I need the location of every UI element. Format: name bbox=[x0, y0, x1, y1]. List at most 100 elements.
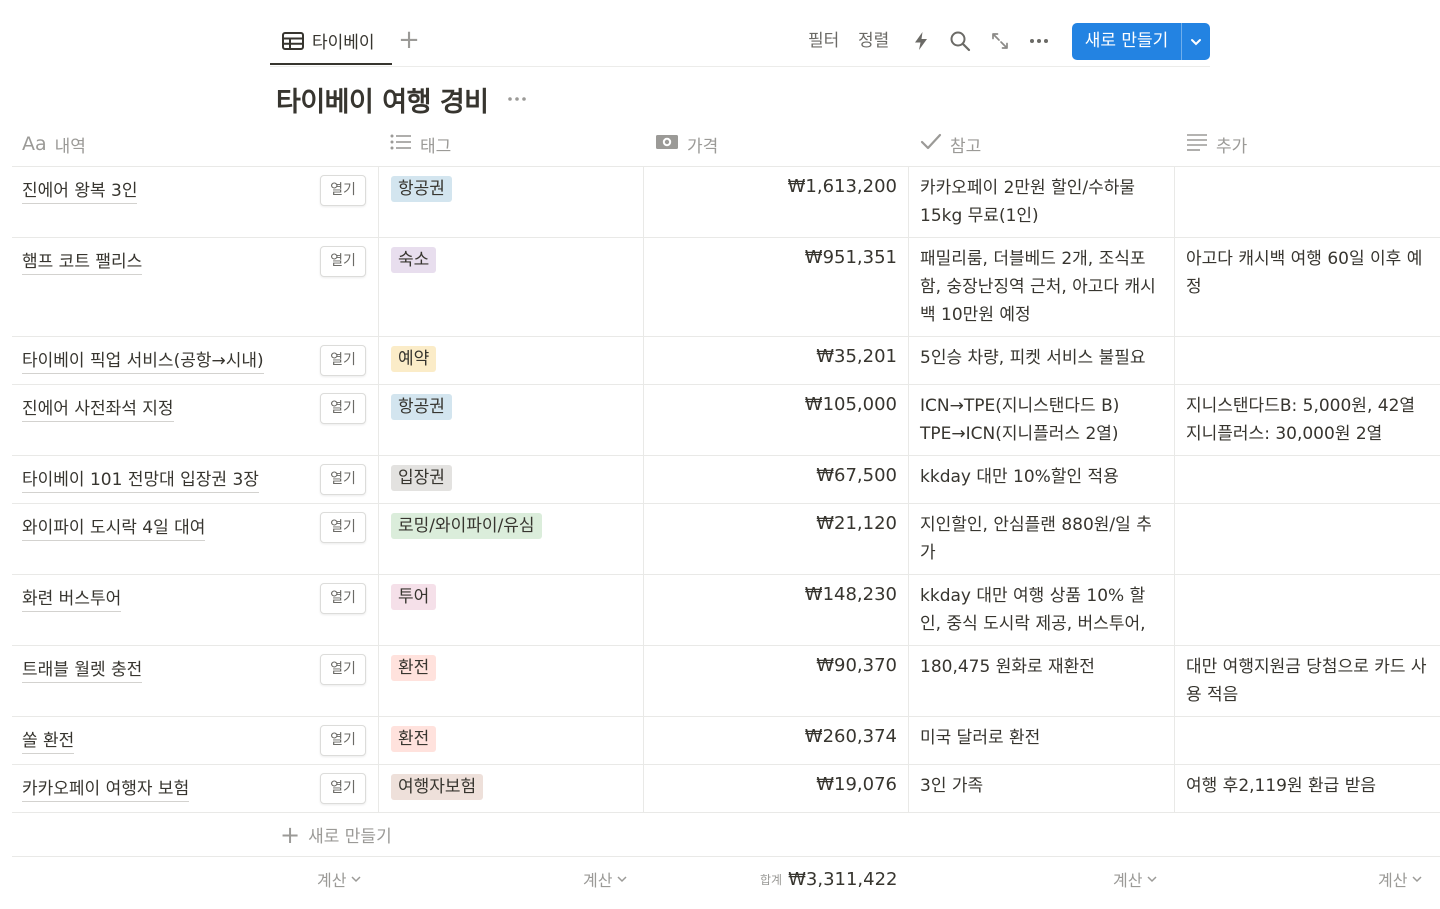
open-button[interactable]: 열기 bbox=[320, 393, 366, 424]
new-page-button[interactable]: 새로 만들기 bbox=[1072, 23, 1182, 60]
cell-price[interactable]: ₩1,613,200 bbox=[643, 167, 908, 237]
cell-tag[interactable]: 로밍/와이파이/유심 bbox=[378, 504, 643, 574]
cell-price[interactable]: ₩260,374 bbox=[643, 717, 908, 764]
page-title[interactable]: 타이베이 여행 경비 bbox=[276, 80, 489, 119]
cell-extra[interactable] bbox=[1174, 337, 1440, 384]
cell-note[interactable]: 카카오페이 2만원 할인/수하물 15kg 무료(1인) bbox=[908, 167, 1174, 237]
open-button[interactable]: 열기 bbox=[320, 654, 366, 685]
cell-note[interactable]: kkday 대만 여행 상품 10% 할인, 중식 도시락 제공, 버스투어, bbox=[908, 575, 1174, 645]
cell-tag[interactable]: 여행자보험 bbox=[378, 765, 643, 812]
open-button[interactable]: 열기 bbox=[320, 464, 366, 495]
row-title[interactable]: 타이베이 101 전망대 입장권 3장 bbox=[22, 470, 259, 493]
cell-tag[interactable]: 항공권 bbox=[378, 167, 643, 237]
cell-tag[interactable]: 환전 bbox=[378, 717, 643, 764]
open-button[interactable]: 열기 bbox=[320, 725, 366, 756]
cell-note[interactable]: 지인할인, 안심플랜 880원/일 추가 bbox=[908, 504, 1174, 574]
calc-price-sum[interactable]: 합계 ₩3,311,422 bbox=[760, 857, 898, 901]
row-title[interactable]: 카카오페이 여행자 보험 bbox=[22, 779, 190, 802]
open-button[interactable]: 열기 bbox=[320, 246, 366, 277]
cell-price[interactable]: ₩67,500 bbox=[643, 456, 908, 503]
cell-extra[interactable]: 지니스탠다드B: 5,000원, 42열 지니플러스: 30,000원 2열 bbox=[1174, 385, 1440, 455]
table-row[interactable]: 타이베이 101 전망대 입장권 3장 열기 입장권 ₩67,500 kkday 대만 … bbox=[12, 456, 1440, 504]
cell-price[interactable]: ₩951,351 bbox=[643, 238, 908, 336]
chevron-down-icon[interactable] bbox=[1182, 23, 1210, 60]
cell-name: 타이베이 픽업 서비스(공항→시내) 열기 bbox=[12, 337, 378, 384]
add-row-label: 새로 만들기 bbox=[308, 827, 392, 847]
cell-extra[interactable]: 여행 후2,119원 환급 받음 bbox=[1174, 765, 1440, 812]
table-row[interactable]: 카카오페이 여행자 보험 열기 여행자보험 ₩19,076 3인 가족 여행 후2,119… bbox=[12, 765, 1440, 813]
cell-price[interactable]: ₩148,230 bbox=[643, 575, 908, 645]
table-row[interactable]: 타이베이 픽업 서비스(공항→시내) 열기 예약 ₩35,201 5인승 차량, 피켓 … bbox=[12, 337, 1440, 385]
cell-extra[interactable] bbox=[1174, 456, 1440, 503]
tab-label: 타이베이 bbox=[312, 33, 375, 53]
column-header-tag[interactable]: 태그 bbox=[390, 122, 451, 166]
open-button[interactable]: 열기 bbox=[320, 512, 366, 543]
add-view-button[interactable]: + bbox=[398, 27, 420, 54]
cell-price[interactable]: ₩90,370 bbox=[643, 646, 908, 716]
cell-extra[interactable]: 아고다 캐시백 여행 60일 이후 예정 bbox=[1174, 238, 1440, 336]
cell-note[interactable]: 5인승 차량, 피켓 서비스 불필요 bbox=[908, 337, 1174, 384]
open-button[interactable]: 열기 bbox=[320, 345, 366, 376]
column-header-note[interactable]: 참고 bbox=[920, 122, 981, 166]
column-header-price[interactable]: 가격 bbox=[655, 122, 718, 166]
cell-note[interactable]: 미국 달러로 환전 bbox=[908, 717, 1174, 764]
tab-taipei-view[interactable]: 타이베이 bbox=[270, 18, 392, 65]
calc-name[interactable]: 계산 bbox=[317, 857, 362, 901]
table-row[interactable]: 진에어 왕복 3인 열기 항공권 ₩1,613,200 카카오페이 2만원 할인/수하물… bbox=[12, 167, 1440, 238]
row-title[interactable]: 와이파이 도시락 4일 대여 bbox=[22, 518, 206, 541]
calc-label: 계산 bbox=[583, 871, 613, 890]
cell-note[interactable]: 패밀리룸, 더블베드 2개, 조식포함, 숭장난징역 근처, 아고다 캐시백 1… bbox=[908, 238, 1174, 336]
search-icon[interactable] bbox=[949, 30, 971, 52]
row-title[interactable]: 진에어 사전좌석 지정 bbox=[22, 399, 174, 422]
row-title[interactable]: 햄프 코트 팰리스 bbox=[22, 252, 143, 275]
open-button[interactable]: 열기 bbox=[320, 773, 366, 804]
cell-note[interactable]: 180,475 원화로 재환전 bbox=[908, 646, 1174, 716]
cell-tag[interactable]: 숙소 bbox=[378, 238, 643, 336]
table-row[interactable]: 진에어 사전좌석 지정 열기 항공권 ₩105,000 ICN→TPE(지니스탠다드 B… bbox=[12, 385, 1440, 456]
lightning-icon[interactable] bbox=[910, 30, 932, 52]
row-title[interactable]: 타이베이 픽업 서비스(공항→시내) bbox=[22, 351, 264, 374]
cell-note[interactable]: ICN→TPE(지니스탠다드 B) TPE→ICN(지니플러스 2열) bbox=[908, 385, 1174, 455]
cell-price[interactable]: ₩105,000 bbox=[643, 385, 908, 455]
row-title[interactable]: 트래블 월렛 충전 bbox=[22, 660, 143, 683]
cell-tag[interactable]: 입장권 bbox=[378, 456, 643, 503]
calc-note[interactable]: 계산 bbox=[1113, 857, 1158, 901]
column-header-name[interactable]: Aa 내역 bbox=[22, 122, 86, 166]
open-button[interactable]: 열기 bbox=[320, 175, 366, 206]
cell-price[interactable]: ₩19,076 bbox=[643, 765, 908, 812]
cell-tag[interactable]: 투어 bbox=[378, 575, 643, 645]
cell-tag[interactable]: 환전 bbox=[378, 646, 643, 716]
sort-button[interactable]: 정렬 bbox=[858, 28, 889, 54]
column-header-extra[interactable]: 추가 bbox=[1186, 122, 1247, 166]
cell-extra[interactable] bbox=[1174, 504, 1440, 574]
table-row[interactable]: 트래블 월렛 충전 열기 환전 ₩90,370 180,475 원화로 재환전 대만 여행… bbox=[12, 646, 1440, 717]
cell-price[interactable]: ₩21,120 bbox=[643, 504, 908, 574]
cell-extra[interactable] bbox=[1174, 575, 1440, 645]
open-button[interactable]: 열기 bbox=[320, 583, 366, 614]
cell-tag[interactable]: 항공권 bbox=[378, 385, 643, 455]
row-title[interactable]: 쏠 환전 bbox=[22, 731, 75, 754]
cell-extra[interactable] bbox=[1174, 717, 1440, 764]
calc-extra[interactable]: 계산 bbox=[1378, 857, 1423, 901]
money-icon bbox=[655, 134, 679, 155]
cell-note[interactable]: kkday 대만 10%할인 적용 bbox=[908, 456, 1174, 503]
plus-icon: + bbox=[280, 820, 301, 849]
add-row-button[interactable]: + 새로 만들기 bbox=[280, 813, 392, 856]
expand-icon[interactable] bbox=[989, 30, 1011, 52]
filter-button[interactable]: 필터 bbox=[808, 28, 839, 54]
table-row[interactable]: 햄프 코트 팰리스 열기 숙소 ₩951,351 패밀리룸, 더블베드 2개, 조식포함… bbox=[12, 238, 1440, 337]
cell-tag[interactable]: 예약 bbox=[378, 337, 643, 384]
row-title[interactable]: 화련 버스투어 bbox=[22, 589, 122, 612]
cell-extra[interactable]: 대만 여행지원금 당첨으로 카드 사용 적음 bbox=[1174, 646, 1440, 716]
table-row[interactable]: 화련 버스투어 열기 투어 ₩148,230 kkday 대만 여행 상품 10% 할인… bbox=[12, 575, 1440, 646]
cell-extra[interactable] bbox=[1174, 167, 1440, 237]
cell-note[interactable]: 3인 가족 bbox=[908, 765, 1174, 812]
more-icon[interactable] bbox=[506, 88, 528, 110]
row-title[interactable]: 진에어 왕복 3인 bbox=[22, 181, 138, 204]
table-row[interactable]: 쏠 환전 열기 환전 ₩260,374 미국 달러로 환전 bbox=[12, 717, 1440, 765]
sum-value: ₩3,311,422 bbox=[788, 868, 898, 890]
table-row[interactable]: 와이파이 도시락 4일 대여 열기 로밍/와이파이/유심 ₩21,120 지인할인, 안… bbox=[12, 504, 1440, 575]
calc-tag[interactable]: 계산 bbox=[583, 857, 628, 901]
cell-price[interactable]: ₩35,201 bbox=[643, 337, 908, 384]
more-icon[interactable] bbox=[1028, 30, 1050, 52]
